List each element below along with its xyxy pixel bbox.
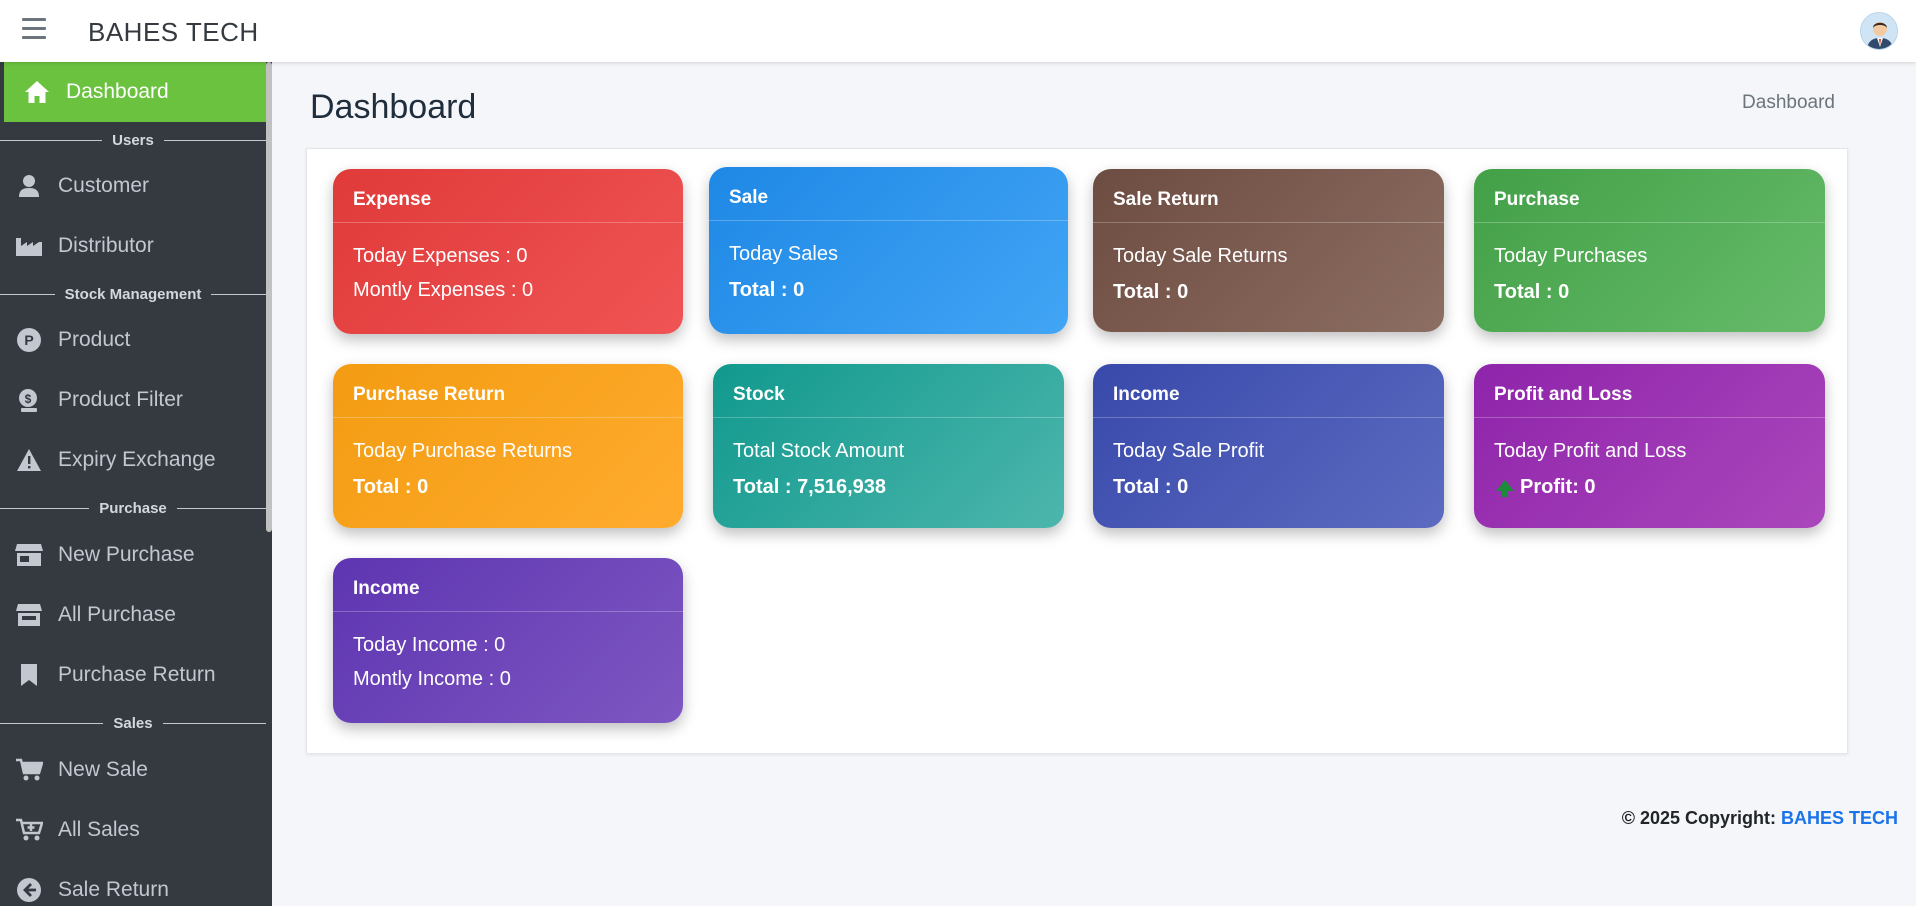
footer-brand-link[interactable]: BAHES TECH [1781, 808, 1898, 828]
expense-card[interactable]: Expense Today Expenses : 0 Montly Expens… [333, 169, 683, 334]
sidebar-item-label: Sale Return [58, 878, 169, 901]
sidebar-item-all-sales[interactable]: All Sales [0, 800, 266, 860]
card-line: Today Profit and Loss [1494, 440, 1687, 462]
brand-name[interactable]: BAHES TECH [88, 17, 259, 48]
card-title: Stock [713, 364, 1064, 418]
section-label: Users [112, 131, 154, 149]
footer: © 2025 Copyright: BAHES TECH [1622, 808, 1898, 829]
sidebar-item-product[interactable]: P Product [0, 310, 266, 370]
card-line: Today Sale Profit [1113, 440, 1265, 462]
page-title: Dashboard [310, 88, 477, 126]
card-title: Expense [333, 169, 683, 223]
user-avatar[interactable] [1860, 12, 1898, 50]
sidebar-item-expiry-exchange[interactable]: Expiry Exchange [0, 430, 266, 490]
sidebar-item-product-filter[interactable]: $ Product Filter [0, 370, 266, 430]
arrow-up-icon [1496, 480, 1514, 497]
sidebar: Dashboard Users Customer Distributor Sto… [0, 62, 272, 906]
sidebar-item-label: Dashboard [66, 80, 169, 103]
user-icon [14, 172, 44, 200]
svg-text:P: P [24, 332, 33, 348]
card-title: Sale [709, 167, 1068, 221]
card-total: Total : 0 [729, 279, 805, 301]
search-dollar-icon: $ [14, 386, 44, 414]
sidebar-item-label: Customer [58, 174, 150, 197]
card-total-row: Profit: 0 [1496, 476, 1596, 499]
sidebar-item-distributor[interactable]: Distributor [0, 216, 266, 276]
section-label: Purchase [99, 499, 167, 517]
home-icon [22, 78, 52, 106]
sidebar-item-label: Product [58, 328, 131, 351]
svg-text:$: $ [25, 392, 32, 406]
profit-and-loss-card[interactable]: Profit and Loss Today Profit and Loss Pr… [1474, 364, 1825, 528]
factory-icon [14, 232, 44, 260]
card-total: Total : 0 [1494, 281, 1570, 303]
sidebar-item-label: All Purchase [58, 603, 176, 626]
card-total: Total : 7,516,938 [733, 476, 887, 498]
sidebar-item-label: All Sales [58, 818, 140, 841]
purchase-card[interactable]: Purchase Today Purchases Total : 0 [1474, 169, 1825, 332]
bookmark-icon [14, 661, 44, 689]
sidebar-item-label: New Purchase [58, 543, 195, 566]
section-label: Sales [113, 714, 153, 732]
card-total: Total : 0 [1113, 281, 1189, 303]
product-p-icon: P [14, 326, 44, 354]
sidebar-item-label: Distributor [58, 234, 154, 257]
sale-return-card[interactable]: Sale Return Today Sale Returns Total : 0 [1093, 169, 1444, 332]
card-title: Sale Return [1093, 169, 1444, 223]
section-stock-management: Stock Management [0, 284, 267, 304]
sidebar-item-sale-return[interactable]: Sale Return [0, 860, 266, 906]
section-sales: Sales [0, 713, 267, 733]
arrow-circle-left-icon [14, 876, 44, 904]
card-total: Total : 0 [1113, 476, 1189, 498]
cart-icon [14, 756, 44, 784]
sidebar-item-label: Purchase Return [58, 663, 216, 686]
top-navbar: BAHES TECH [0, 0, 1916, 62]
card-title: Profit and Loss [1474, 364, 1825, 418]
sidebar-item-all-purchase[interactable]: All Purchase [0, 585, 266, 645]
income-card[interactable]: Income Today Sale Profit Total : 0 [1093, 364, 1444, 528]
card-total: Total : 0 [353, 476, 429, 498]
card-line: Total Stock Amount [733, 440, 905, 462]
card-title: Income [1093, 364, 1444, 418]
sidebar-item-new-sale[interactable]: New Sale [0, 740, 266, 800]
card-title: Purchase [1474, 169, 1825, 223]
sidebar-item-customer[interactable]: Customer [0, 156, 266, 216]
sidebar-item-new-purchase[interactable]: New Purchase [0, 525, 266, 585]
store-icon [14, 541, 44, 569]
card-total: Profit: 0 [1520, 476, 1596, 498]
card-line: Today Sale Returns [1113, 245, 1288, 267]
sidebar-item-label: Expiry Exchange [58, 448, 216, 471]
store-alt-icon [14, 601, 44, 629]
income-summary-card[interactable]: Income Today Income : 0 Montly Income : … [333, 558, 683, 723]
dashboard-panel: Expense Today Expenses : 0 Montly Expens… [306, 148, 1848, 754]
sidebar-item-label: Product Filter [58, 388, 183, 411]
menu-toggle-icon[interactable] [22, 18, 46, 40]
sidebar-item-label: New Sale [58, 758, 148, 781]
card-line: Montly Income : 0 [353, 668, 511, 690]
sidebar-item-purchase-return[interactable]: Purchase Return [0, 645, 266, 705]
copyright-text: © 2025 Copyright: [1621, 808, 1781, 828]
card-line: Montly Expenses : 0 [353, 279, 534, 301]
section-purchase: Purchase [0, 498, 267, 518]
card-line: Today Income : 0 [353, 634, 506, 656]
warning-icon [14, 446, 44, 474]
breadcrumb[interactable]: Dashboard [1742, 92, 1835, 114]
section-label: Stock Management [64, 285, 202, 303]
card-line: Today Expenses : 0 [353, 245, 528, 267]
card-line: Today Sales [729, 243, 838, 265]
stock-card[interactable]: Stock Total Stock Amount Total : 7,516,9… [713, 364, 1064, 528]
purchase-return-card[interactable]: Purchase Return Today Purchase Returns T… [333, 364, 683, 528]
section-users: Users [0, 130, 267, 150]
card-line: Today Purchase Returns [353, 440, 573, 462]
card-line: Today Purchases [1494, 245, 1648, 267]
sidebar-item-dashboard[interactable]: Dashboard [4, 62, 266, 122]
card-title: Income [333, 558, 683, 612]
cart-plus-icon [14, 816, 44, 844]
card-title: Purchase Return [333, 364, 683, 418]
sale-card[interactable]: Sale Today Sales Total : 0 [709, 167, 1068, 334]
sidebar-scrollbar[interactable] [266, 62, 272, 532]
